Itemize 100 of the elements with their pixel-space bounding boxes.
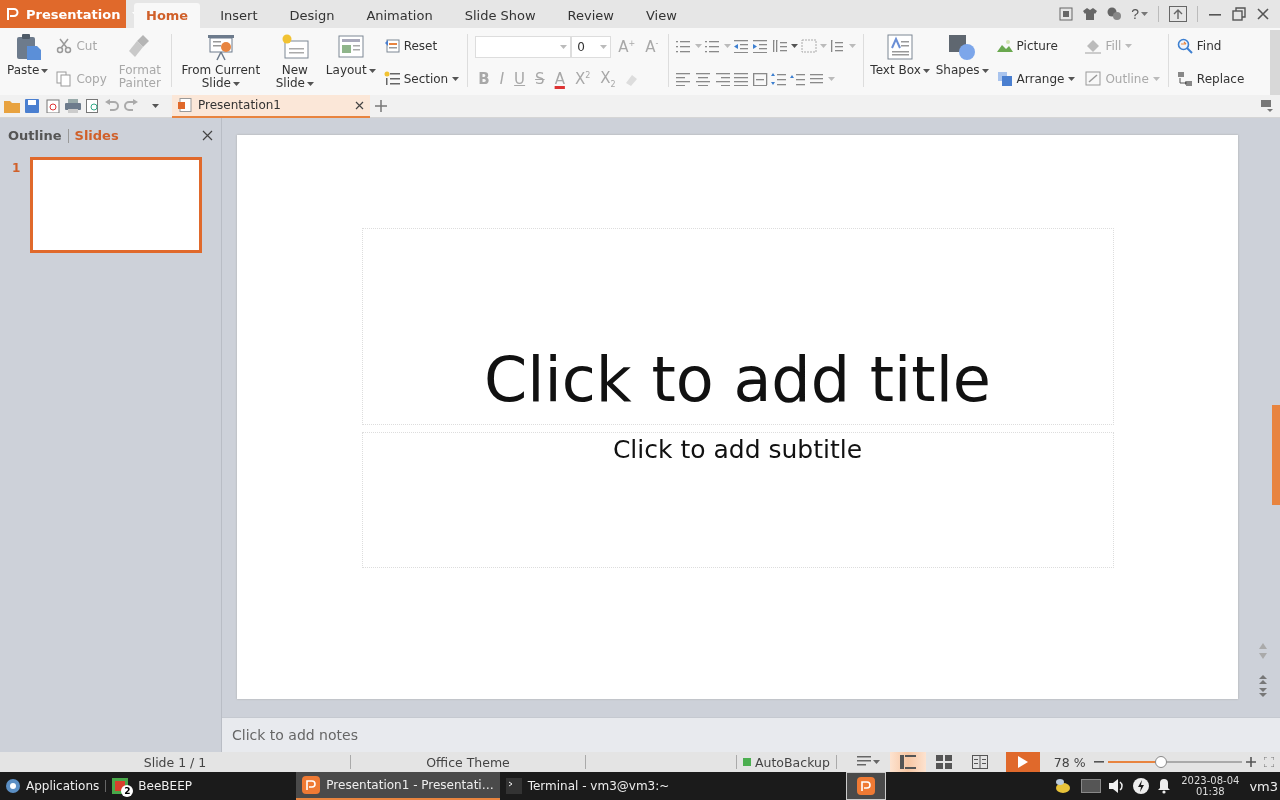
- zoom-in-icon[interactable]: [1245, 757, 1256, 767]
- restore-icon[interactable]: [1232, 7, 1246, 21]
- indent-icon[interactable]: [753, 39, 770, 54]
- picture-icon[interactable]: [996, 38, 1013, 55]
- shapes-icon[interactable]: [947, 32, 978, 62]
- subtitle-placeholder[interactable]: Click to add subtitle: [361, 432, 1114, 568]
- ribbon-button[interactable]: From Current Slide: [174, 30, 267, 92]
- shirt-icon[interactable]: [1083, 7, 1098, 21]
- close-icon[interactable]: [1256, 7, 1270, 21]
- notification-badge: 2: [121, 785, 134, 797]
- next-slide-icon[interactable]: [1259, 688, 1267, 697]
- slide-thumbnail[interactable]: [30, 157, 202, 253]
- print-preview-icon[interactable]: [86, 99, 100, 113]
- title-placeholder[interactable]: Click to add title: [361, 228, 1114, 425]
- applications-menu[interactable]: Applications: [0, 772, 106, 800]
- line-spacing-icon[interactable]: [771, 71, 788, 86]
- text-direction-icon[interactable]: [772, 39, 789, 54]
- pane-tab[interactable]: Outline: [8, 128, 62, 143]
- reading-view-icon: [971, 755, 988, 769]
- projector-icon[interactable]: [205, 32, 236, 62]
- document-tab[interactable]: Presentation1: [172, 94, 370, 118]
- caret-icon: [872, 760, 880, 764]
- normal-view-icon: [899, 755, 916, 769]
- folder-icon[interactable]: [4, 99, 20, 113]
- ribbon-button[interactable]: New Slide: [266, 30, 323, 92]
- bell-icon[interactable]: [1157, 778, 1172, 794]
- numbered-list-icon[interactable]: [705, 39, 722, 54]
- caret-icon: [41, 68, 49, 73]
- menu-tab[interactable]: Design: [277, 3, 347, 28]
- ribbon-button[interactable]: Text Box: [867, 30, 933, 79]
- redo-icon[interactable]: [124, 99, 138, 113]
- slideshow-button[interactable]: [1005, 752, 1040, 772]
- taskbar-app-button[interactable]: [846, 772, 887, 800]
- previous-slide-icon[interactable]: [1259, 675, 1267, 684]
- power-icon[interactable]: [1133, 778, 1150, 794]
- paragraph-spacing-icon[interactable]: [790, 71, 807, 86]
- taskbar-window[interactable]: 2 BeeBEEP: [106, 772, 297, 800]
- bullet-list-icon[interactable]: [676, 39, 693, 54]
- taskbar-window[interactable]: Terminal - vm3@vm3:~: [499, 772, 680, 800]
- menu-tab[interactable]: Home: [134, 3, 201, 28]
- chat-icon[interactable]: [1107, 7, 1122, 21]
- keyboard-icon[interactable]: [1081, 779, 1102, 793]
- caret-icon: [828, 76, 836, 81]
- search-icon[interactable]: [1176, 38, 1193, 55]
- app-logo-icon: [6, 7, 20, 21]
- save-icon[interactable]: [25, 99, 39, 113]
- ribbon-button[interactable]: Arrange: [994, 67, 1078, 90]
- paragraph-settings-icon[interactable]: [809, 71, 826, 86]
- ribbon-button[interactable]: Layout: [322, 30, 379, 79]
- menu-tab[interactable]: Review: [555, 3, 626, 28]
- user-name[interactable]: vm3: [1249, 778, 1280, 794]
- outdent-icon[interactable]: [734, 39, 751, 54]
- ribbon-button[interactable]: Shapes: [932, 30, 992, 79]
- menu-tab[interactable]: View: [634, 3, 689, 28]
- help-button[interactable]: ?: [1131, 6, 1148, 22]
- ribbon-button[interactable]: Picture: [994, 35, 1078, 58]
- new-tab-icon[interactable]: [375, 100, 387, 112]
- close-icon[interactable]: [355, 100, 364, 110]
- menu-tab[interactable]: Slide Show: [452, 3, 548, 28]
- caret-icon: [152, 104, 159, 108]
- autobackup-button[interactable]: AutoBackup: [737, 754, 836, 770]
- fit-window-icon[interactable]: [1263, 757, 1274, 767]
- caret-icon: [1068, 76, 1076, 81]
- ribbon-button[interactable]: Find: [1174, 35, 1247, 58]
- ribbon-button[interactable]: Section: [381, 67, 462, 90]
- volume-icon[interactable]: [1109, 779, 1126, 793]
- reset-icon[interactable]: [383, 38, 400, 55]
- skin-icon[interactable]: [1059, 7, 1074, 21]
- section-icon[interactable]: [383, 70, 400, 87]
- upload-icon[interactable]: [1169, 6, 1187, 22]
- menu-tab[interactable]: Insert: [208, 3, 270, 28]
- undo-icon[interactable]: [105, 99, 119, 113]
- print-icon[interactable]: [65, 99, 81, 113]
- menu-tab[interactable]: Animation: [354, 3, 445, 28]
- font-size-field[interactable]: 0: [571, 35, 612, 58]
- align-center-icon[interactable]: [695, 71, 712, 86]
- document-icon: [178, 98, 192, 112]
- ribbon-button[interactable]: Paste: [4, 30, 52, 79]
- justify-icon[interactable]: [733, 71, 750, 86]
- distribute-icon[interactable]: [752, 71, 769, 86]
- clock[interactable]: 2023-08-04 01:38: [1181, 775, 1240, 797]
- align-left-icon[interactable]: [676, 71, 693, 86]
- ribbon-button[interactable]: Reset: [381, 35, 462, 58]
- theme-name: Office Theme: [425, 754, 511, 770]
- taskbar-window[interactable]: Presentation1 - Presentati…: [296, 772, 500, 800]
- text-box-icon[interactable]: [885, 32, 916, 62]
- align-right-icon[interactable]: [714, 71, 731, 86]
- close-icon[interactable]: [202, 130, 213, 141]
- panel-toggle-icon[interactable]: [1261, 100, 1273, 112]
- export-icon[interactable]: [44, 99, 60, 113]
- view-button[interactable]: [889, 752, 926, 772]
- notes-field[interactable]: Click to add notes: [222, 717, 1280, 752]
- side-panel-handle[interactable]: [1272, 405, 1280, 505]
- caret-icon: [1125, 44, 1133, 49]
- font-name-field[interactable]: [475, 35, 572, 58]
- ribbon-button[interactable]: Replace: [1174, 67, 1247, 90]
- arrange-icon[interactable]: [996, 70, 1013, 87]
- replace-icon[interactable]: [1176, 70, 1193, 87]
- slider-thumb[interactable]: [1155, 756, 1168, 768]
- text-layout-icon[interactable]: [856, 756, 873, 768]
